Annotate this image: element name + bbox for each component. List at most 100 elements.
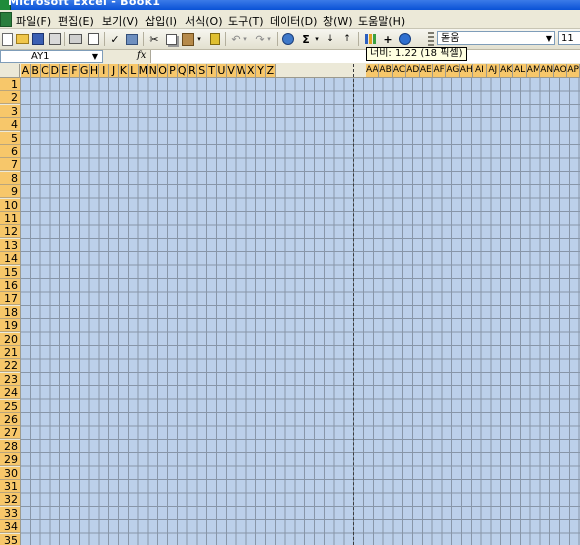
autosum-icon[interactable]: Σ [299, 32, 313, 46]
column-header-w[interactable]: W [236, 64, 247, 77]
research-icon[interactable] [125, 32, 139, 46]
row-header-12[interactable]: 12 [0, 225, 20, 239]
insert-function-icon[interactable]: fx [137, 50, 146, 61]
row-header-23[interactable]: 23 [0, 372, 20, 386]
row-header-32[interactable]: 32 [0, 493, 20, 507]
column-header-ac[interactable]: AC [392, 64, 407, 77]
help-icon[interactable] [398, 32, 412, 46]
font-name-select[interactable]: 돋움 ▼ [437, 31, 555, 45]
column-header-z[interactable]: Z [266, 64, 276, 77]
select-all-button[interactable] [0, 64, 20, 77]
hyperlink-icon[interactable] [281, 32, 295, 46]
open-icon[interactable] [15, 32, 29, 46]
column-header-ag[interactable]: AG [446, 64, 460, 77]
chevron-down-icon[interactable]: ▼ [92, 51, 98, 63]
column-header-u[interactable]: U [217, 64, 227, 77]
row-header-34[interactable]: 34 [0, 520, 20, 534]
column-header-q[interactable]: Q [177, 64, 188, 77]
permission-icon[interactable] [48, 32, 62, 46]
row-header-16[interactable]: 16 [0, 279, 20, 292]
row-header-8[interactable]: 8 [0, 171, 20, 185]
sort-descending-icon[interactable]: ↑ [340, 32, 354, 46]
column-header-h[interactable]: H [89, 64, 100, 77]
new-icon[interactable] [0, 32, 14, 46]
formula-input[interactable] [150, 50, 580, 63]
menu-edit[interactable]: 편집(E) [58, 13, 94, 29]
row-header-14[interactable]: 14 [0, 252, 20, 266]
row-header-19[interactable]: 19 [0, 319, 20, 333]
column-header-s[interactable]: S [197, 64, 208, 77]
row-header-18[interactable]: 18 [0, 305, 20, 319]
spelling-icon[interactable]: ✓ [108, 32, 122, 46]
column-header-i[interactable]: I [99, 64, 110, 77]
row-header-21[interactable]: 21 [0, 346, 20, 359]
row-header-2[interactable]: 2 [0, 91, 20, 105]
cell-grid[interactable] [21, 78, 580, 545]
column-header-d[interactable]: D [50, 64, 61, 77]
print-preview-icon[interactable] [86, 32, 100, 46]
copy-icon[interactable] [164, 32, 178, 46]
row-header-33[interactable]: 33 [0, 506, 20, 520]
row-header-28[interactable]: 28 [0, 439, 20, 453]
column-header-x[interactable]: X [246, 64, 257, 77]
column-header-r[interactable]: R [187, 64, 198, 77]
row-header-31[interactable]: 31 [0, 480, 20, 493]
row-header-35[interactable]: 35 [0, 533, 20, 545]
menu-data[interactable]: 데이터(D) [270, 13, 317, 29]
chevron-down-icon[interactable]: ▼ [546, 32, 552, 46]
workbook-icon[interactable] [0, 12, 12, 27]
row-header-10[interactable]: 10 [0, 198, 20, 212]
column-header-t[interactable]: T [207, 64, 217, 77]
column-header-k[interactable]: K [119, 64, 129, 77]
print-icon[interactable] [68, 32, 82, 46]
row-header-20[interactable]: 20 [0, 332, 20, 346]
column-header-v[interactable]: V [226, 64, 237, 77]
column-header-af[interactable]: AF [433, 64, 447, 77]
row-header-11[interactable]: 11 [0, 212, 20, 225]
menu-help[interactable]: 도움말(H) [358, 13, 405, 29]
paste-dropdown-icon[interactable]: ▾ [195, 32, 203, 46]
menu-insert[interactable]: 삽입(I) [145, 13, 177, 29]
column-header-ao[interactable]: AO [553, 64, 567, 77]
row-header-5[interactable]: 5 [0, 131, 20, 145]
redo-dropdown-icon[interactable]: ▾ [265, 32, 273, 46]
column-header-ap[interactable]: AP [567, 64, 580, 77]
save-icon[interactable] [31, 32, 45, 46]
row-header-7[interactable]: 7 [0, 158, 20, 172]
name-box[interactable]: AY1 ▼ [0, 50, 103, 63]
column-header-an[interactable]: AN [540, 64, 554, 77]
column-header-ah[interactable]: AH [459, 64, 474, 77]
row-header-4[interactable]: 4 [0, 118, 20, 132]
column-header-n[interactable]: N [148, 64, 159, 77]
column-header-e[interactable]: E [60, 64, 70, 77]
autosum-dropdown-icon[interactable]: ▾ [313, 32, 321, 46]
column-header-j[interactable]: J [109, 64, 119, 77]
row-header-29[interactable]: 29 [0, 453, 20, 467]
row-header-27[interactable]: 27 [0, 426, 20, 440]
row-header-15[interactable]: 15 [0, 265, 20, 279]
menu-tools[interactable]: 도구(T) [228, 13, 264, 29]
column-header-am[interactable]: AM [526, 64, 541, 77]
row-header-24[interactable]: 24 [0, 386, 20, 400]
column-header-c[interactable]: C [40, 64, 51, 77]
row-header-6[interactable]: 6 [0, 145, 20, 158]
column-header-al[interactable]: AL [513, 64, 527, 77]
format-painter-icon[interactable] [208, 32, 222, 46]
paste-icon[interactable] [181, 32, 195, 46]
menu-file[interactable]: 파일(F) [16, 13, 51, 29]
column-header-o[interactable]: O [158, 64, 168, 77]
column-header-y[interactable]: Y [256, 64, 266, 77]
row-header-9[interactable]: 9 [0, 185, 20, 199]
column-header-a[interactable]: A [21, 64, 31, 77]
row-header-26[interactable]: 26 [0, 413, 20, 426]
column-header-ad[interactable]: AD [406, 64, 420, 77]
toolbar-grip[interactable] [428, 32, 434, 47]
undo-dropdown-icon[interactable]: ▾ [241, 32, 249, 46]
column-header-ab[interactable]: AB [379, 64, 393, 77]
chart-wizard-icon[interactable] [363, 32, 377, 46]
column-header-ai[interactable]: AI [473, 64, 487, 77]
column-header-m[interactable]: M [138, 64, 149, 77]
column-header-l[interactable]: L [128, 64, 139, 77]
row-header-13[interactable]: 13 [0, 238, 20, 252]
column-header-b[interactable]: B [30, 64, 41, 77]
